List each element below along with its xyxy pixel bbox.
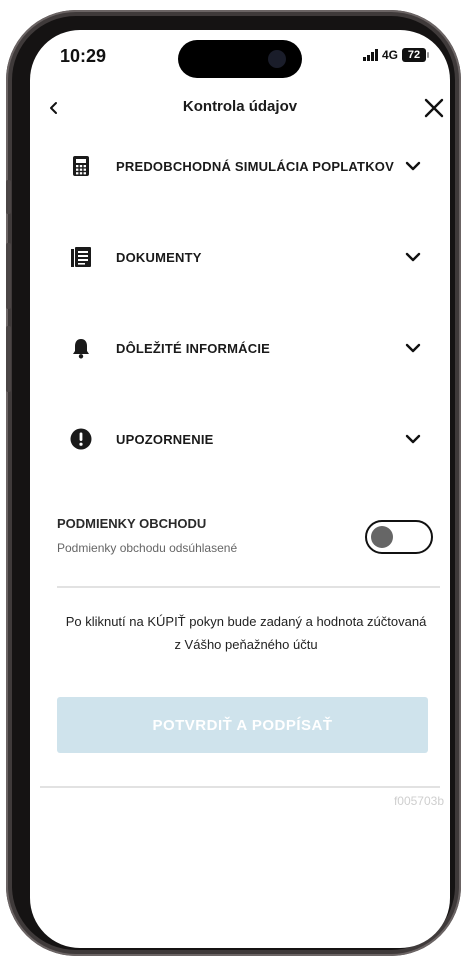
status-indicators: 4G 72 <box>362 48 429 62</box>
status-time: 10:29 <box>60 46 107 66</box>
section-label: DÔLEŽITÉ INFORMÁCIE <box>116 340 271 356</box>
document-icon <box>70 246 92 268</box>
terms-toggle[interactable] <box>365 520 433 554</box>
close-button[interactable] <box>420 94 448 122</box>
bell-icon <box>70 337 92 359</box>
section-fee-simulation[interactable]: PREDOBCHODNÁ SIMULÁCIA POPLATKOV <box>70 146 422 186</box>
calculator-icon <box>70 155 92 177</box>
battery-level: 72 <box>407 49 421 61</box>
close-icon <box>424 98 444 118</box>
section-label: DOKUMENTY <box>116 249 202 265</box>
section-documents[interactable]: DOKUMENTY <box>70 237 422 277</box>
section-label: PREDOBCHODNÁ SIMULÁCIA POPLATKOV <box>116 158 394 174</box>
exclamation-icon <box>70 428 92 450</box>
section-warning[interactable]: UPOZORNENIE <box>70 419 422 459</box>
info-line: z Vášho peňažného účtu <box>174 637 318 652</box>
info-line: Po kliknutí na KÚPIŤ pokyn bude zadaný a… <box>65 614 427 629</box>
dynamic-island <box>178 40 302 78</box>
chevron-down-icon <box>405 434 421 444</box>
network-type: 4G <box>381 48 398 62</box>
divider <box>57 586 440 588</box>
phone-volume-up-button <box>6 243 11 309</box>
toggle-knob <box>371 526 393 548</box>
section-important-info[interactable]: DÔLEŽITÉ INFORMÁCIE <box>70 328 422 368</box>
chevron-down-icon <box>405 161 421 171</box>
chevron-down-icon <box>405 343 421 353</box>
camera-lens <box>268 50 286 68</box>
terms-title: PODMIENKY OBCHODU <box>57 516 207 531</box>
battery-icon: 72 <box>402 48 429 62</box>
confirm-and-sign-button[interactable]: POTVRDIŤ A PODPÍSAŤ <box>57 697 428 753</box>
app-screen: 10:29 4G 72 Kontrola údajov PREDOBCHODNÁ… <box>30 30 450 948</box>
section-label: UPOZORNENIE <box>116 431 214 447</box>
phone-volume-down-button <box>6 326 11 392</box>
divider <box>40 786 440 788</box>
phone-action-button <box>6 180 11 214</box>
page-title: Kontrola údajov <box>182 98 298 115</box>
purchase-info-text: Po kliknutí na KÚPIŤ pokyn bude zadaný a… <box>50 610 442 656</box>
terms-subtitle: Podmienky obchodu odsúhlasené <box>57 541 238 555</box>
screen-code: f005703b <box>393 794 444 808</box>
signal-icon <box>362 49 378 61</box>
chevron-down-icon <box>405 252 421 262</box>
